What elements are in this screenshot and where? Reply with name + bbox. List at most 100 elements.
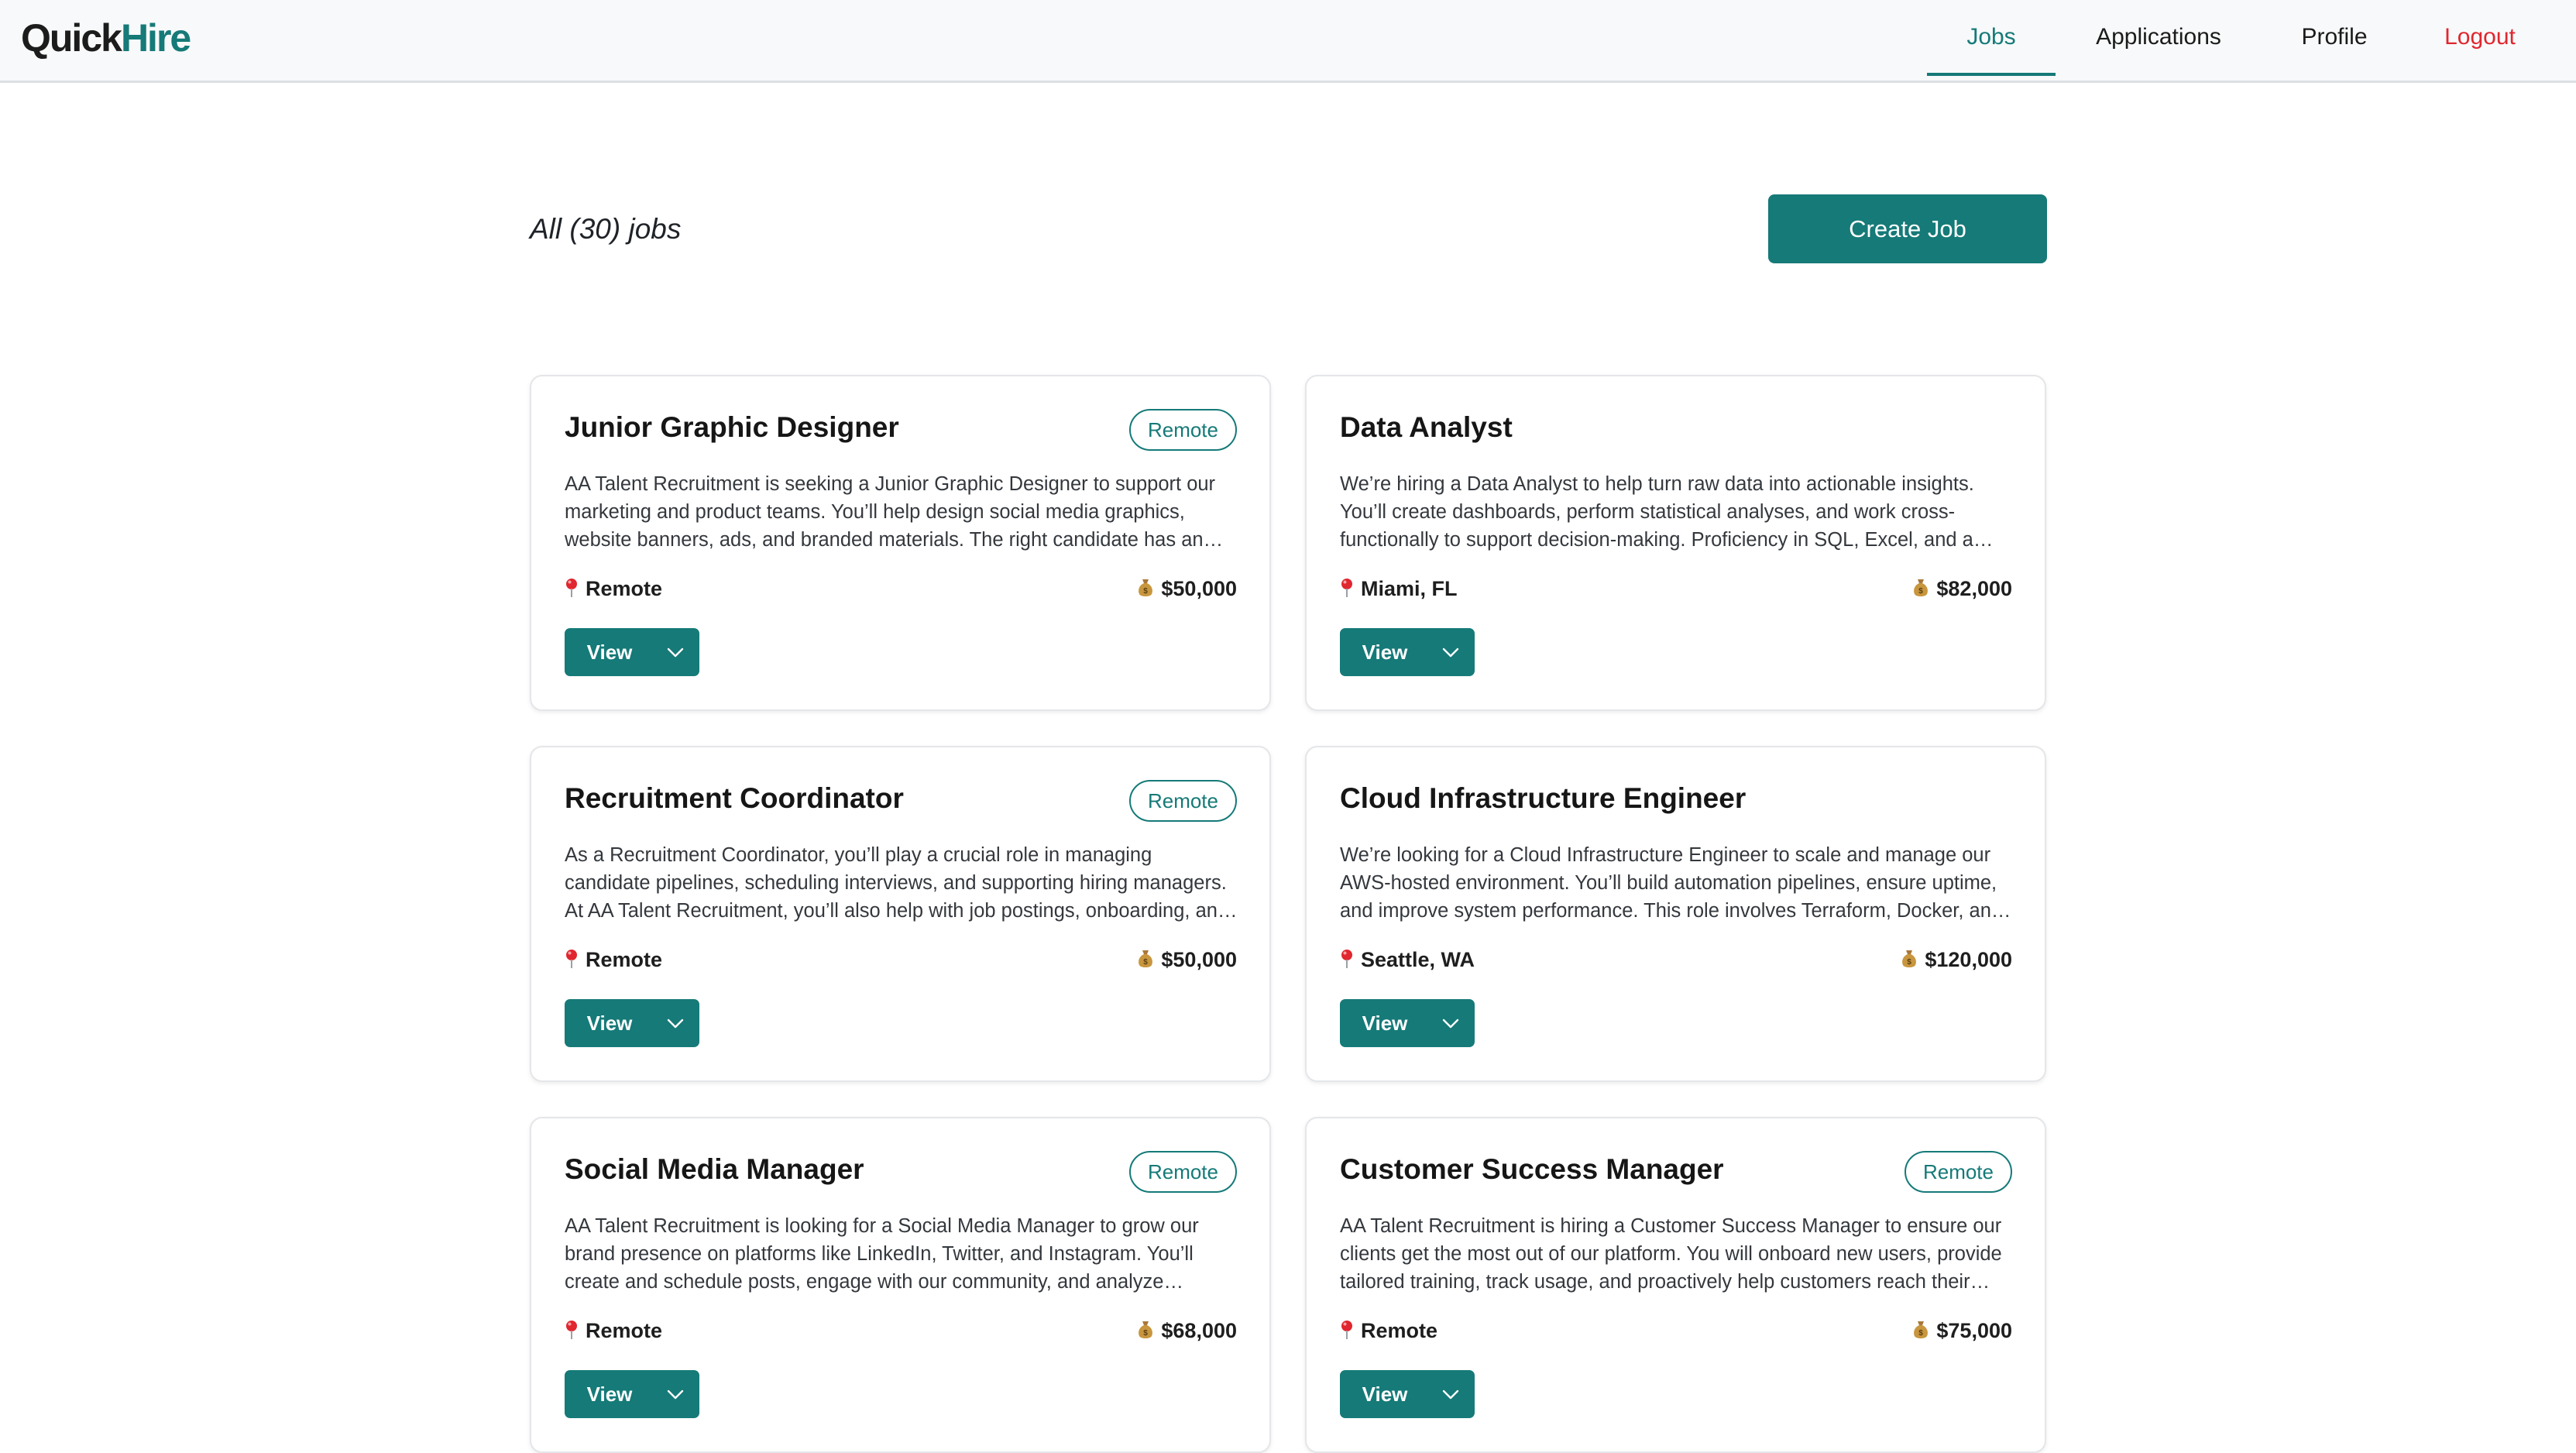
quickhire-logo[interactable]: QuickHire [21,12,191,64]
nav-applications[interactable]: Applications [2083,0,2234,73]
job-salary-text: $75,000 [1936,1319,2012,1342]
job-location-text: Remote [586,948,663,971]
job-card: Junior Graphic Designer Remote AA Talent… [530,375,1271,711]
job-meta: Remote $ $75,000 [1340,1315,2012,1346]
job-salary-text: $120,000 [1925,948,2012,971]
view-split-button: View [565,999,699,1047]
job-meta: Seattle, WA $ $120,000 [1340,944,2012,975]
job-salary-text: $50,000 [1161,948,1237,971]
logo-text-quick: Quick [21,16,122,60]
view-split-button: View [1340,628,1475,676]
job-meta: Remote $ $68,000 [565,1315,1237,1346]
chevron-down-icon [1442,1018,1459,1029]
job-meta: Miami, FL $ $82,000 [1340,573,2012,604]
map-pin-icon [566,1321,577,1339]
nav-jobs[interactable]: Jobs [1927,0,2056,76]
job-card: Cloud Infrastructure Engineer We’re look… [1305,746,2046,1082]
job-description: AA Talent Recruitment is looking for a S… [565,1215,1199,1293]
chevron-down-icon [667,1018,684,1029]
map-pin-icon [1341,579,1352,597]
create-job-button[interactable]: Create Job [1768,194,2047,263]
job-location: Remote [1340,1315,1437,1346]
top-navbar: QuickHire Jobs Applications Profile Logo… [0,0,2576,83]
view-options-dropdown[interactable] [654,628,699,676]
job-location: Miami, FL [1340,573,1458,604]
job-location: Remote [565,573,662,604]
job-salary: $ $50,000 [1137,944,1237,975]
job-title[interactable]: Junior Graphic Designer [565,406,899,449]
job-salary: $ $68,000 [1137,1315,1237,1346]
map-pin-icon [1341,1321,1352,1339]
money-bag-icon: $ [1139,1321,1153,1338]
map-pin-icon [566,579,577,597]
money-bag-icon: $ [1902,950,1917,967]
job-location: Remote [565,1315,662,1346]
job-location: Seattle, WA [1340,944,1475,975]
map-pin-icon [566,950,577,968]
job-salary: $ $120,000 [1901,944,2012,975]
job-title[interactable]: Recruitment Coordinator [565,777,904,820]
view-split-button: View [1340,999,1475,1047]
view-button[interactable]: View [1340,999,1430,1047]
job-salary: $ $50,000 [1137,573,1237,604]
view-options-dropdown[interactable] [1430,628,1475,676]
view-options-dropdown[interactable] [654,1370,699,1418]
remote-badge: Remote [1128,409,1237,451]
nav-logout[interactable]: Logout [2432,0,2528,73]
map-pin-icon [1341,950,1352,968]
view-split-button: View [565,1370,699,1418]
job-location-text: Miami, FL [1361,577,1458,600]
money-bag-icon: $ [1139,950,1153,967]
job-meta: Remote $ $50,000 [565,944,1237,975]
job-title[interactable]: Social Media Manager [565,1148,864,1191]
job-description: As a Recruitment Coordinator, you’ll pla… [565,844,1229,922]
svg-text:$: $ [1919,587,1924,596]
job-description: We’re looking for a Cloud Infrastructure… [1340,844,2003,922]
chevron-down-icon [1442,1389,1459,1400]
logo-text-hire: Hire [120,16,191,60]
job-location-text: Remote [586,1319,663,1342]
view-button[interactable]: View [565,1370,654,1418]
job-salary-text: $82,000 [1936,577,2012,600]
view-split-button: View [565,628,699,676]
view-button[interactable]: View [1340,1370,1430,1418]
job-title[interactable]: Data Analyst [1340,406,1513,449]
view-options-dropdown[interactable] [654,999,699,1047]
view-button[interactable]: View [1340,628,1430,676]
job-salary-text: $68,000 [1161,1319,1237,1342]
job-card: Data Analyst We’re hiring a Data Analyst… [1305,375,2046,711]
job-card: Recruitment Coordinator Remote As a Recr… [530,746,1271,1082]
job-location-text: Seattle, WA [1361,948,1475,971]
job-meta: Remote $ $50,000 [565,573,1237,604]
job-card: Customer Success Manager Remote AA Talen… [1305,1117,2046,1453]
job-location: Remote [565,944,662,975]
svg-text:$: $ [1144,958,1149,967]
job-salary: $ $82,000 [1912,573,2012,604]
job-salary-text: $50,000 [1161,577,1237,600]
job-description: AA Talent Recruitment is hiring a Custom… [1340,1215,2002,1293]
job-location-text: Remote [1361,1319,1438,1342]
nav-profile[interactable]: Profile [2286,0,2382,73]
job-description: We’re hiring a Data Analyst to help turn… [1340,473,1974,551]
chevron-down-icon [667,1389,684,1400]
job-title[interactable]: Cloud Infrastructure Engineer [1340,777,1746,820]
svg-text:$: $ [1908,958,1912,967]
job-description: AA Talent Recruitment is seeking a Junio… [565,473,1216,551]
job-title[interactable]: Customer Success Manager [1340,1148,1724,1191]
view-options-dropdown[interactable] [1430,1370,1475,1418]
job-card: Social Media Manager Remote AA Talent Re… [530,1117,1271,1453]
view-button[interactable]: View [565,999,654,1047]
svg-text:$: $ [1919,1329,1924,1338]
svg-text:$: $ [1144,1329,1149,1338]
remote-badge: Remote [1904,1151,2012,1193]
page-title: All (30) jobs [530,213,682,245]
money-bag-icon: $ [1914,579,1929,596]
svg-text:$: $ [1144,587,1149,596]
view-options-dropdown[interactable] [1430,999,1475,1047]
remote-badge: Remote [1128,1151,1237,1193]
job-salary: $ $75,000 [1912,1315,2012,1346]
view-button[interactable]: View [565,628,654,676]
chevron-down-icon [667,647,684,658]
money-bag-icon: $ [1914,1321,1929,1338]
job-location-text: Remote [586,577,663,600]
